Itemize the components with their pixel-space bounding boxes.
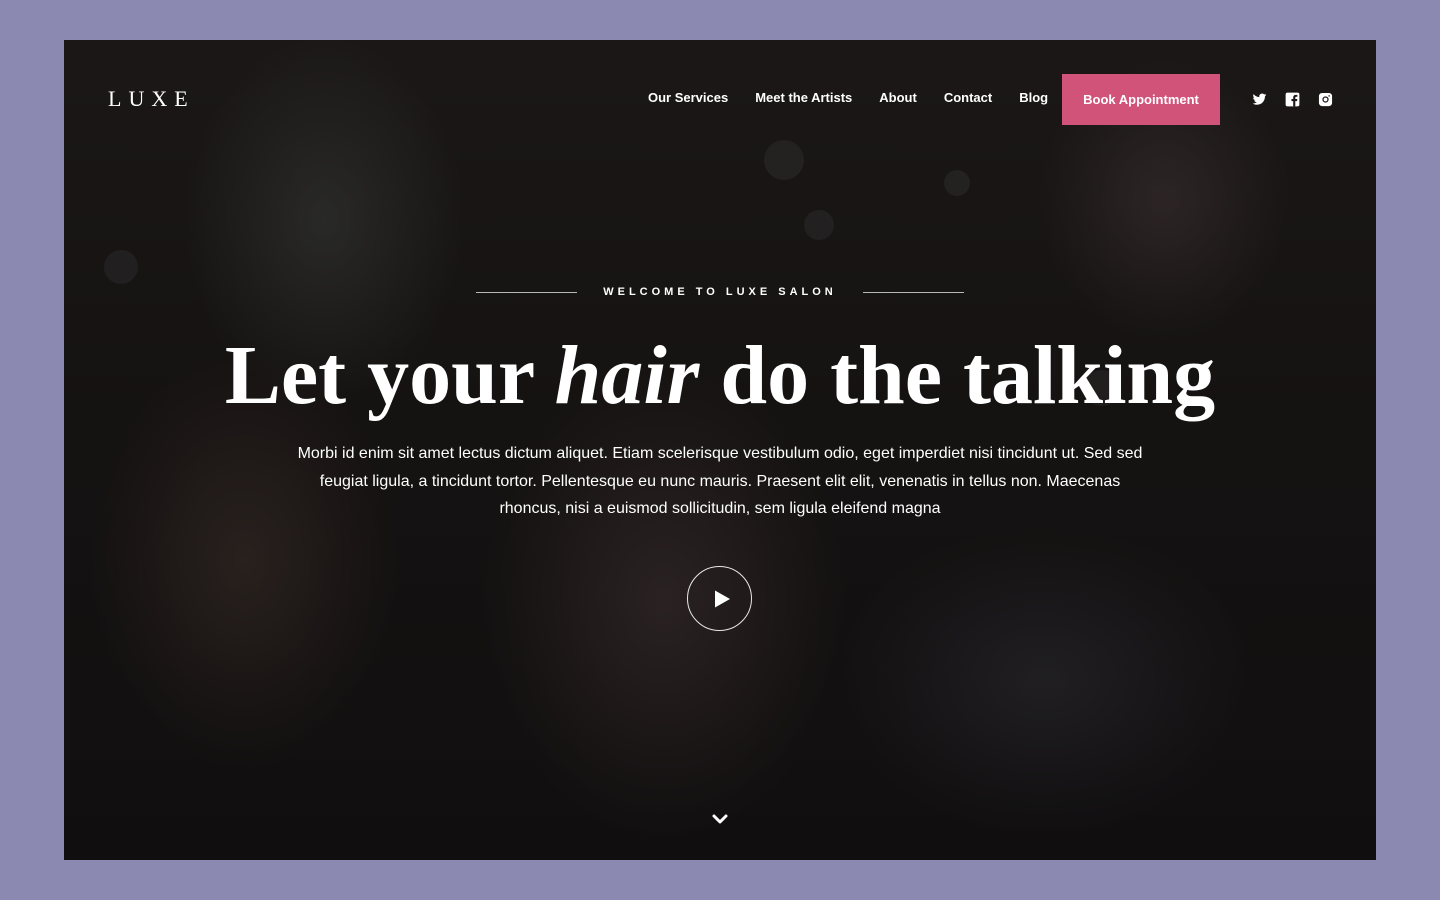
scroll-down-button[interactable]	[711, 812, 729, 826]
nav-link-our-services[interactable]: Our Services	[648, 90, 728, 105]
facebook-icon[interactable]	[1285, 92, 1300, 107]
nav-link-meet-the-artists[interactable]: Meet the Artists	[755, 90, 852, 105]
eyebrow-text: WELCOME TO LUXE SALON	[603, 286, 837, 298]
hero-title-end: do the talking	[699, 329, 1216, 422]
twitter-icon[interactable]	[1252, 92, 1267, 107]
chevron-down-icon	[712, 814, 728, 824]
nav-link-contact[interactable]: Contact	[944, 90, 992, 105]
hero-title-start: Let your	[224, 329, 555, 422]
hero-section: LUXE Our Services Meet the Artists About…	[64, 40, 1376, 860]
nav-link-about[interactable]: About	[879, 90, 917, 105]
main-nav: Our Services Meet the Artists About Cont…	[648, 90, 1048, 105]
eyebrow-divider-right	[862, 291, 964, 293]
hero-description: Morbi id enim sit amet lectus dictum ali…	[297, 445, 1143, 517]
hero-eyebrow: WELCOME TO LUXE SALON	[64, 286, 1376, 298]
hero-title-emphasis: hair	[554, 329, 700, 422]
hero-title: Let your hair do the talking	[64, 326, 1376, 426]
play-icon	[714, 590, 730, 607]
instagram-icon[interactable]	[1318, 92, 1333, 107]
site-logo[interactable]: LUXE	[108, 86, 195, 112]
eyebrow-divider-left	[476, 291, 578, 293]
social-links	[1252, 92, 1333, 107]
nav-link-blog[interactable]: Blog	[1019, 90, 1048, 105]
play-video-button[interactable]	[687, 566, 752, 631]
book-appointment-button[interactable]: Book Appointment	[1062, 74, 1220, 125]
